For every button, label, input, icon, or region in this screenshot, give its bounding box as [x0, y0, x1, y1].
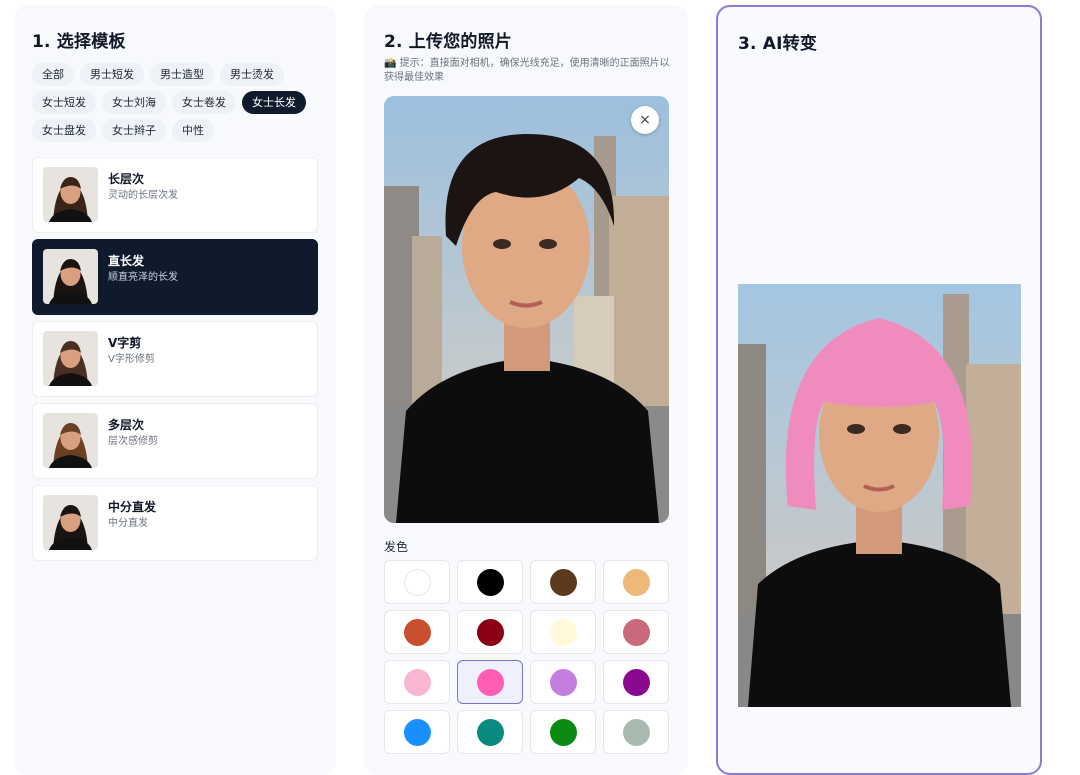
category-tag[interactable]: 女士盘发 [32, 119, 96, 142]
color-dot [476, 618, 504, 646]
template-name: 长层次 [108, 172, 145, 186]
uploaded-photo: × [384, 96, 669, 523]
template-description: 顺直亮泽的长发 [108, 272, 178, 283]
hair-color-swatch[interactable] [384, 660, 450, 704]
hair-color-swatch[interactable] [530, 710, 596, 754]
hair-color-swatch[interactable] [530, 660, 596, 704]
template-thumbnail [43, 495, 98, 550]
category-tag[interactable]: 中性 [172, 119, 214, 142]
template-card[interactable]: 中分直发 中分直发 [32, 485, 318, 561]
template-thumbnail [43, 331, 98, 386]
color-dot [549, 718, 577, 746]
template-description: 层次感修剪 [108, 436, 158, 447]
color-dot [622, 568, 650, 596]
template-description: V字形修剪 [108, 354, 155, 365]
category-tag[interactable]: 男士短发 [80, 63, 144, 86]
template-list: 长层次灵动的长层次发 直长发顺直亮泽的长发 V字剪 V字形修剪多层次层次感修剪中分直发… [32, 157, 318, 567]
color-dot [403, 668, 431, 696]
hair-color-swatch[interactable] [384, 560, 450, 604]
hair-color-swatch[interactable] [457, 710, 523, 754]
color-dot [403, 568, 431, 596]
upload-hint: 📸 提示：直接面对相机，确保光线充足，使用清晰的正面照片以获得最佳效果 [384, 58, 670, 83]
hair-color-swatch[interactable] [603, 660, 669, 704]
color-dot [403, 618, 431, 646]
template-card[interactable]: 多层次 层次感修剪 [32, 403, 318, 479]
category-tag[interactable]: 男士烫发 [220, 63, 284, 86]
uploaded-photo-image [384, 96, 669, 523]
template-card[interactable]: 直长发顺直亮泽的长发 [32, 239, 318, 315]
template-thumbnail [43, 413, 98, 468]
hair-color-swatch[interactable] [603, 710, 669, 754]
template-panel-title: 1. 选择模板 [32, 32, 126, 52]
hair-color-swatch[interactable] [603, 610, 669, 654]
color-dot [622, 718, 650, 746]
color-dot [476, 668, 504, 696]
template-card[interactable]: V字剪 V字形修剪 [32, 321, 318, 397]
hair-color-label: 发色 [384, 540, 409, 554]
remove-photo-button[interactable]: × [631, 106, 659, 134]
template-description: 灵动的长层次发 [108, 190, 178, 201]
hair-color-swatch[interactable] [384, 610, 450, 654]
template-name: 中分直发 [108, 500, 157, 514]
category-tag[interactable]: 女士卷发 [172, 91, 236, 114]
result-image [738, 284, 1021, 707]
color-dot [403, 718, 431, 746]
hair-color-swatch[interactable] [457, 660, 523, 704]
category-tag[interactable]: 全部 [32, 63, 74, 86]
upload-panel: 2. 上传您的照片 📸 提示：直接面对相机，确保光线充足，使用清晰的正面照片以获… [364, 5, 688, 775]
template-name: V字剪 [108, 336, 142, 350]
category-tag[interactable]: 女士长发 [242, 91, 306, 114]
result-panel: 3. AI转变 [716, 5, 1042, 775]
template-thumbnail [43, 167, 98, 222]
template-name: 直长发 [108, 254, 145, 268]
category-tag[interactable]: 女士辫子 [102, 119, 166, 142]
hair-color-swatch[interactable] [457, 560, 523, 604]
hair-color-grid [384, 560, 670, 754]
color-dot [622, 618, 650, 646]
hair-color-swatch[interactable] [384, 710, 450, 754]
color-dot [549, 668, 577, 696]
hair-color-swatch[interactable] [603, 560, 669, 604]
color-dot [476, 718, 504, 746]
color-dot [549, 568, 577, 596]
hair-color-swatch[interactable] [530, 610, 596, 654]
color-dot [476, 568, 504, 596]
template-name: 多层次 [108, 418, 145, 432]
category-tag[interactable]: 女士短发 [32, 91, 96, 114]
category-tags: 全部 男士短发 男士造型 男士烫发女士短发 女士刘海 女士卷发 女士长发女士盘发 女士辫子 中性 [32, 63, 322, 142]
result-image-graphic [738, 284, 1021, 707]
hair-color-swatch[interactable] [457, 610, 523, 654]
template-thumbnail [43, 249, 98, 304]
category-tag[interactable]: 男士造型 [150, 63, 214, 86]
color-dot [549, 618, 577, 646]
hair-color-swatch[interactable] [530, 560, 596, 604]
template-panel: 1. 选择模板 全部 男士短发 男士造型 男士烫发女士短发 女士刘海 女士卷发 女士长发女士… [14, 5, 336, 775]
upload-panel-title: 2. 上传您的照片 [384, 32, 513, 52]
category-tag[interactable]: 女士刘海 [102, 91, 166, 114]
result-panel-title: 3. AI转变 [738, 34, 818, 54]
template-description: 中分直发 [108, 518, 148, 529]
color-dot [622, 668, 650, 696]
template-card[interactable]: 长层次灵动的长层次发 [32, 157, 318, 233]
